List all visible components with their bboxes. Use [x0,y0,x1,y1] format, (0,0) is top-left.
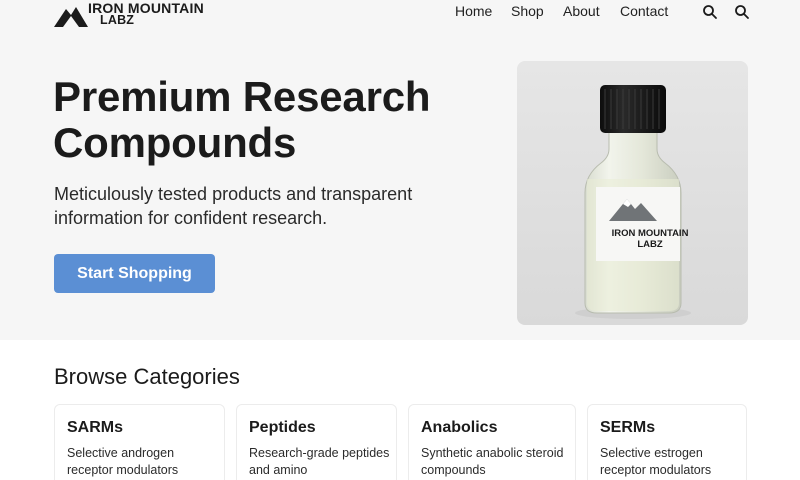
logo-text-line2: LABZ [100,13,135,27]
nav-home[interactable]: Home [455,3,492,19]
product-label-line1: IRON MOUNTAIN [611,228,689,239]
category-description: Synthetic anabolic steroid compounds [421,446,564,477]
site-header: IRON MOUNTAIN LABZ Home Shop About Conta… [0,0,800,30]
category-card-serms[interactable]: SERMs Selective estrogen receptor modula… [587,404,747,480]
category-card-sarms[interactable]: SARMs Selective androgen receptor modula… [54,404,225,480]
category-title: SERMs [600,419,656,436]
nav-about[interactable]: About [563,3,600,19]
product-image: IRON MOUNTAIN LABZ [517,61,748,325]
product-label-line2: LABZ [637,239,663,250]
category-description: Selective androgen receptor modulators [67,446,179,477]
search-icon[interactable] [734,4,750,20]
category-description: Selective estrogen receptor modulators [600,446,712,477]
product-bottle-illustration [575,85,691,319]
browse-title: Browse Categories [54,364,240,389]
browse-section: Browse Categories SARMs Selective androg… [0,340,800,480]
category-description: Research-grade peptides and amino [249,446,390,477]
category-card-anabolics[interactable]: Anabolics Synthetic anabolic steroid com… [408,404,576,480]
category-title: SARMs [67,419,124,436]
hero-subtitle: Meticulously tested products and transpa… [54,184,413,228]
site-logo[interactable]: IRON MOUNTAIN LABZ [54,0,224,30]
start-shopping-button[interactable]: Start Shopping [54,254,215,293]
category-title: Peptides [249,419,316,436]
mountain-icon [54,7,88,27]
search-icon[interactable] [702,4,718,20]
category-card-peptides[interactable]: Peptides Research-grade peptides and ami… [236,404,397,480]
category-title: Anabolics [421,419,498,436]
nav-shop[interactable]: Shop [511,3,544,19]
hero-title: Premium Research Compounds [53,73,431,166]
hero-section: Premium Research Compounds Meticulously … [0,30,800,340]
nav-contact[interactable]: Contact [620,3,668,19]
